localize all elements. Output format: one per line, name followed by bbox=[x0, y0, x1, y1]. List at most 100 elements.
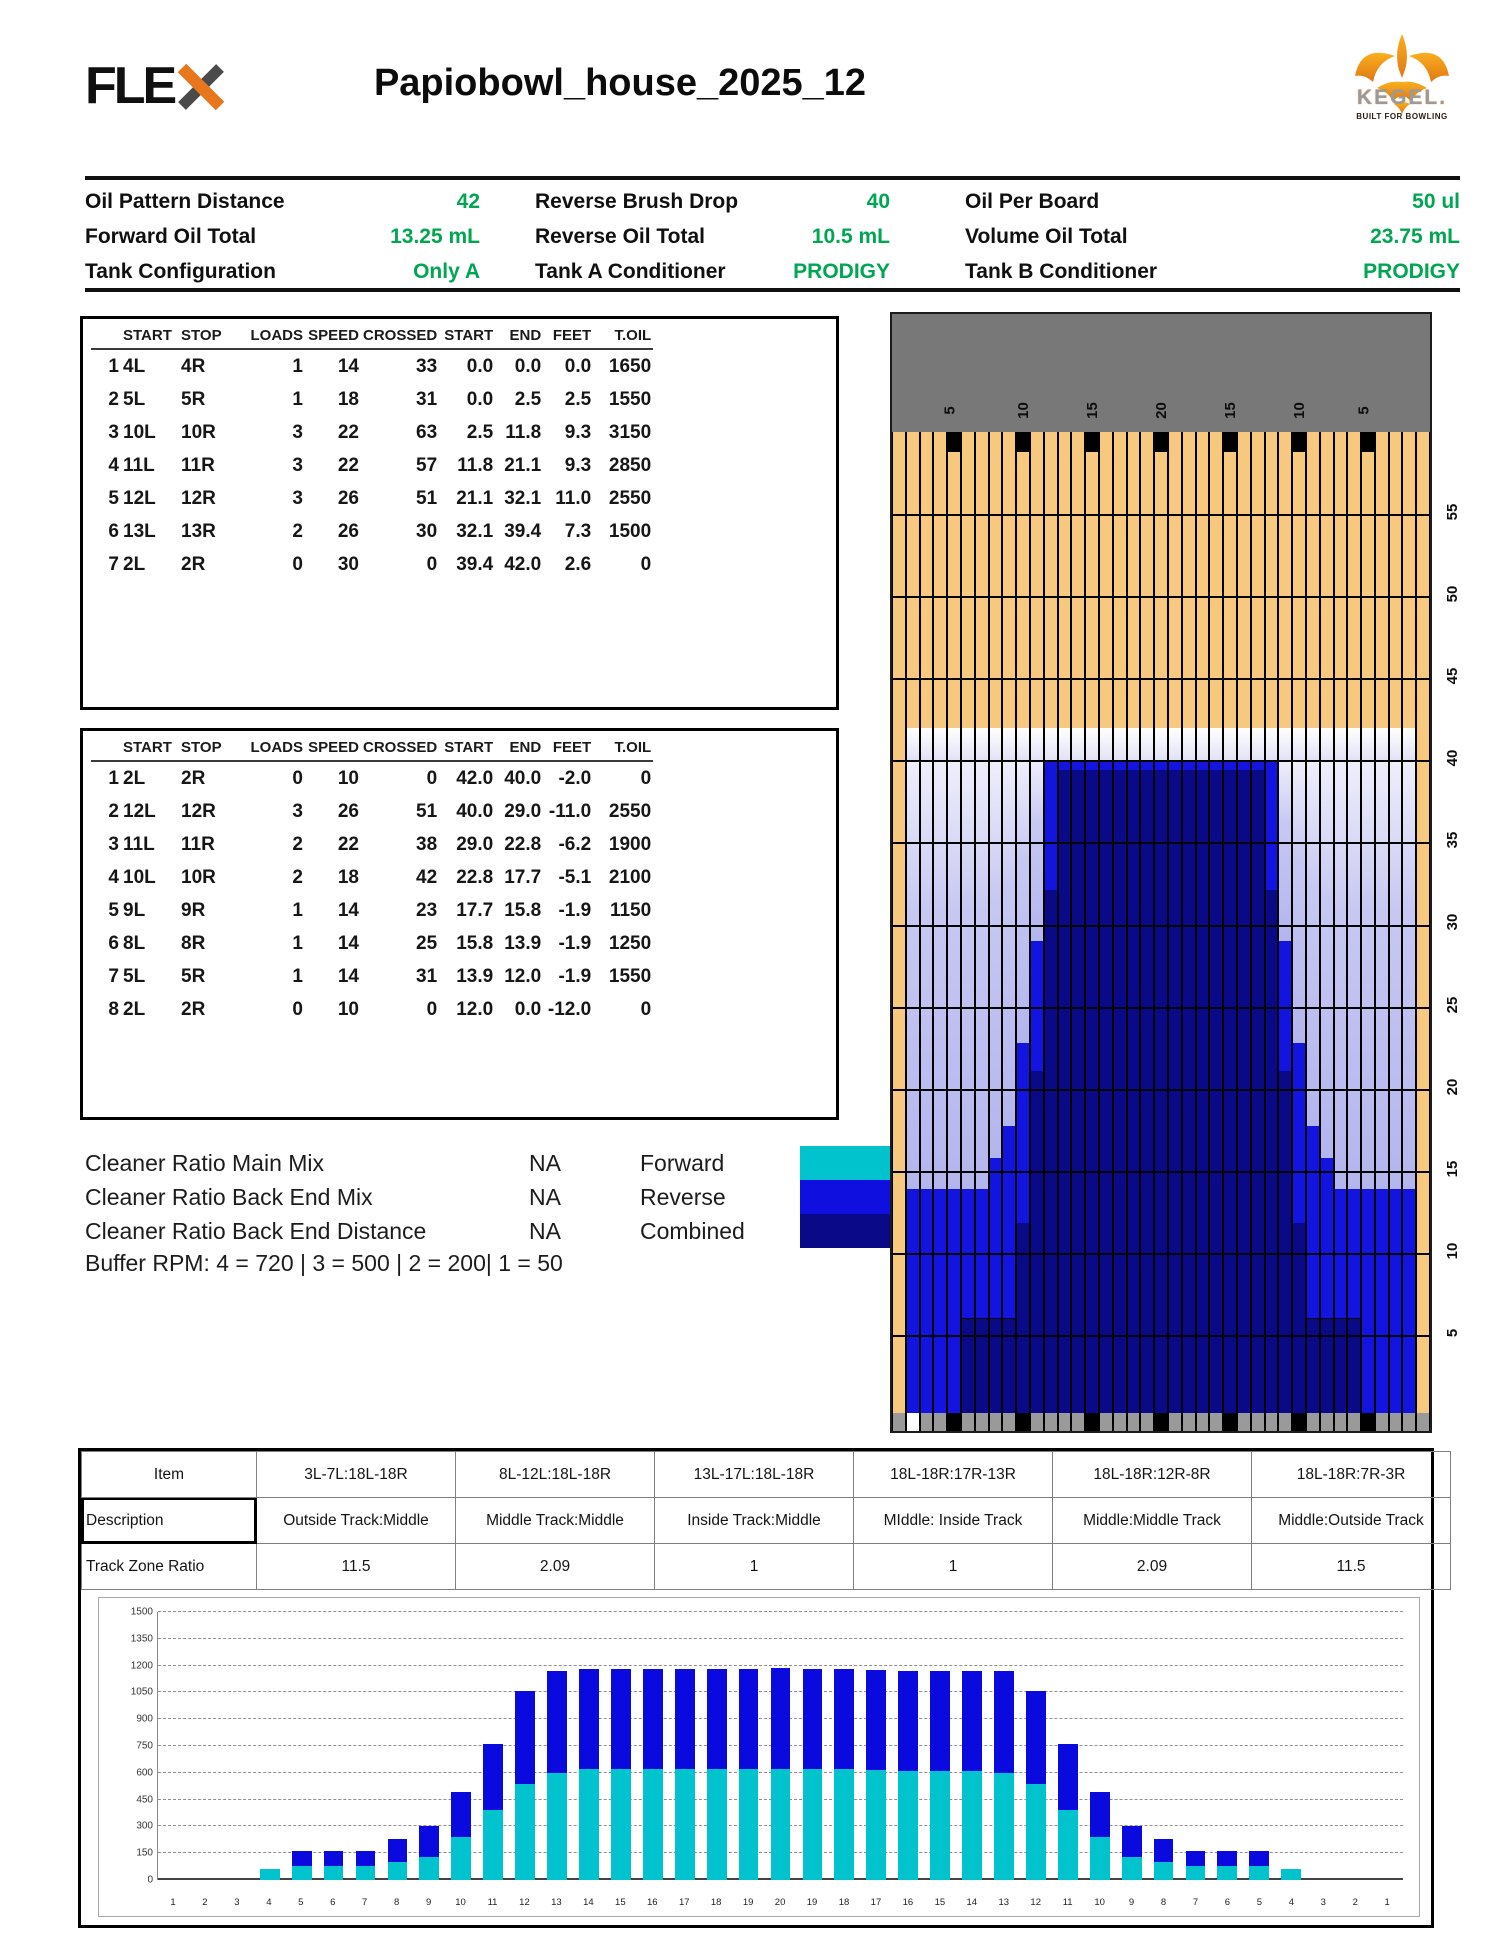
oil-segment-fade bbox=[990, 728, 1002, 761]
zone-table-cell: Description bbox=[82, 1498, 257, 1544]
oil-segment-blue bbox=[1279, 941, 1291, 1071]
reverse-oil-cell: 9L bbox=[121, 894, 179, 927]
oil-segment-blue bbox=[990, 1158, 1002, 1319]
forward-bar-segment bbox=[930, 1771, 950, 1880]
reverse-oil-column-header: END bbox=[495, 737, 543, 761]
footer-board-cell bbox=[1321, 1413, 1333, 1431]
reverse-oil-cell: 2 bbox=[245, 828, 305, 861]
reverse-oil-cell: 12R bbox=[179, 795, 245, 828]
bar-slot bbox=[477, 1612, 509, 1880]
oil-segment-wood bbox=[1169, 432, 1181, 728]
reverse-oil-cell: 9R bbox=[179, 894, 245, 927]
forward-bar-segment bbox=[611, 1769, 631, 1880]
forward-oil-cell: 26 bbox=[305, 482, 361, 515]
reverse-oil-cell: 0 bbox=[593, 761, 653, 795]
kegel-logo-text: KEGEL. bbox=[1338, 86, 1466, 110]
oil-segment-blue bbox=[1114, 760, 1126, 770]
oil-segment-navy bbox=[1128, 770, 1140, 1417]
lane-board bbox=[1238, 432, 1250, 1417]
track-zone-table: Item3L-7L:18L-18R8L-12L:18L-18R13L-17L:1… bbox=[81, 1451, 1451, 1590]
footer-board-cell bbox=[962, 1413, 974, 1431]
oil-segment-fade bbox=[1183, 728, 1195, 761]
x-axis-board-label: 10 bbox=[445, 1897, 477, 1908]
reverse-oil-cell: 38 bbox=[361, 828, 439, 861]
forward-oil-cell: 5L bbox=[121, 383, 179, 416]
oil-segment-lav bbox=[1390, 760, 1402, 1188]
oil-composite-chart: 01503004506007509001050120013501500 1234… bbox=[98, 1597, 1420, 1917]
x-axis-board-label: 6 bbox=[1211, 1897, 1243, 1908]
forward-bar-segment bbox=[771, 1769, 791, 1880]
forward-oil-cell: 1550 bbox=[593, 383, 653, 416]
lane-board bbox=[1224, 432, 1236, 1417]
oil-segment-blue bbox=[1376, 1189, 1388, 1417]
lane-board bbox=[1197, 432, 1209, 1417]
lane-board bbox=[948, 432, 960, 1417]
lane-board bbox=[1335, 432, 1347, 1417]
lane-board bbox=[1017, 432, 1029, 1417]
kegel-logo: KEGEL. BUILT FOR BOWLING bbox=[1338, 30, 1466, 168]
oil-segment-lav bbox=[1348, 760, 1360, 1188]
lane-board bbox=[1348, 432, 1360, 1417]
x-axis-board-label: 15 bbox=[604, 1897, 636, 1908]
reverse-oil-column-header: STOP bbox=[179, 737, 245, 761]
forward-oil-cell: 2.5 bbox=[543, 383, 593, 416]
reverse-oil-cell: 1900 bbox=[593, 828, 653, 861]
forward-oil-cell: 3150 bbox=[593, 416, 653, 449]
forward-oil-cell: 2.6 bbox=[543, 548, 593, 581]
oil-segment-wood bbox=[1307, 432, 1319, 728]
lane-oil-diagram: 510152015105 bbox=[890, 312, 1432, 1433]
reverse-oil-column-header: SPEED bbox=[305, 737, 361, 761]
bar-slot bbox=[828, 1612, 860, 1880]
board-marker-notch bbox=[948, 432, 960, 452]
footer-board-cell bbox=[1307, 1413, 1319, 1431]
forward-oil-cell: 3 bbox=[245, 416, 305, 449]
zone-table-cell: 2.09 bbox=[456, 1544, 655, 1590]
board-number-label: 10 bbox=[1015, 402, 1032, 419]
lane-board bbox=[1321, 432, 1333, 1417]
oil-segment-lav bbox=[976, 760, 988, 1188]
oil-segment-navy bbox=[1059, 770, 1071, 1417]
reverse-bar-segment bbox=[643, 1669, 663, 1769]
board-marker-notch bbox=[1362, 432, 1374, 452]
oil-segment-blue bbox=[1252, 760, 1264, 770]
oil-segment-fade bbox=[1003, 728, 1015, 761]
reverse-bar-segment bbox=[994, 1671, 1014, 1773]
reverse-oil-cell: 29.0 bbox=[495, 795, 543, 828]
lane-board bbox=[1362, 432, 1374, 1417]
footer-board-cell bbox=[948, 1413, 960, 1431]
forward-oil-row: 310L10R322632.511.89.33150 bbox=[91, 416, 653, 449]
row-number: 5 bbox=[91, 894, 121, 927]
y-axis-label: 1200 bbox=[109, 1660, 153, 1671]
oil-segment-lav bbox=[1376, 760, 1388, 1188]
oil-segment-navy bbox=[976, 1319, 988, 1418]
reverse-oil-cell: -12.0 bbox=[543, 993, 593, 1026]
oil-segment-navy bbox=[1086, 770, 1098, 1417]
oil-segment-wood bbox=[1417, 432, 1429, 1417]
reverse-oil-cell: 2R bbox=[179, 993, 245, 1026]
bar-slot bbox=[1211, 1612, 1243, 1880]
forward-oil-cell: 0.0 bbox=[439, 383, 495, 416]
oil-segment-fade bbox=[1031, 728, 1043, 761]
reverse-bar-segment bbox=[1154, 1839, 1174, 1862]
lane-board bbox=[1307, 432, 1319, 1417]
board-number-label: 10 bbox=[1291, 402, 1308, 419]
footer-board-cell bbox=[1155, 1413, 1167, 1431]
bar-slot bbox=[254, 1612, 286, 1880]
distance-ruler-label: 10 bbox=[1444, 1234, 1466, 1268]
forward-oil-cell: 9.3 bbox=[543, 416, 593, 449]
reverse-bar-segment bbox=[547, 1671, 567, 1773]
forward-oil-cell: 11.8 bbox=[495, 416, 543, 449]
oil-segment-wood bbox=[962, 432, 974, 728]
x-axis-board-label: 2 bbox=[1339, 1897, 1371, 1908]
oil-segment-fade bbox=[1321, 728, 1333, 761]
y-axis-label: 600 bbox=[109, 1767, 153, 1778]
oil-segment-fade bbox=[1348, 728, 1360, 761]
reverse-oil-cell: 0 bbox=[361, 761, 439, 795]
bar-slot bbox=[381, 1612, 413, 1880]
forward-bar-segment bbox=[324, 1866, 344, 1880]
reverse-oil-cell: 8L bbox=[121, 927, 179, 960]
oil-segment-wood bbox=[1321, 432, 1333, 728]
reverse-oil-column-header: LOADS bbox=[245, 737, 305, 761]
oil-segment-navy bbox=[1321, 1319, 1333, 1418]
forward-bar-segment bbox=[1026, 1784, 1046, 1880]
